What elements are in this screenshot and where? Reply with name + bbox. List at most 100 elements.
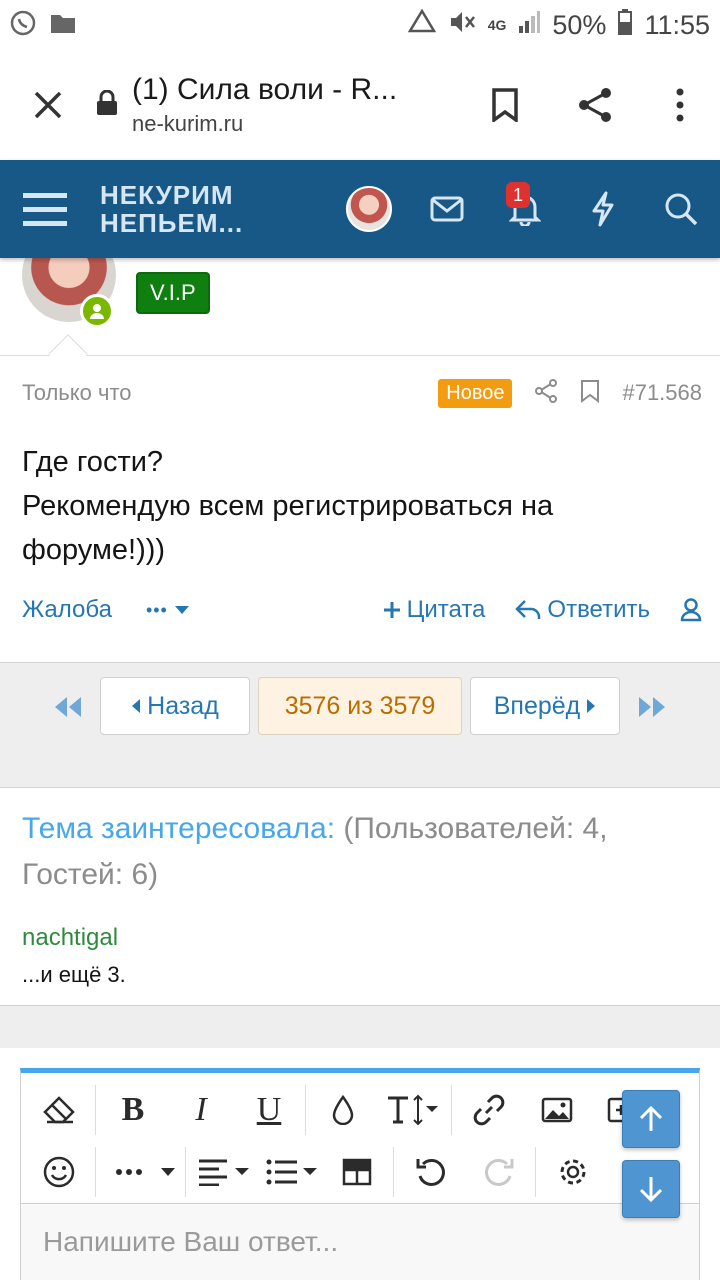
double-chevron-left-icon bbox=[55, 697, 81, 717]
insert-table-button[interactable] bbox=[329, 1139, 385, 1205]
search-button[interactable] bbox=[642, 160, 720, 258]
close-icon bbox=[34, 91, 62, 119]
share-post-icon[interactable] bbox=[534, 378, 558, 408]
post-time[interactable]: Только что bbox=[22, 380, 132, 406]
more-actions-button[interactable]: ••• bbox=[146, 600, 190, 621]
lightning-icon bbox=[592, 191, 614, 227]
ellipsis-icon bbox=[116, 1168, 175, 1176]
bookmark-post-icon[interactable] bbox=[580, 379, 600, 408]
nav-menu-button[interactable] bbox=[0, 160, 90, 258]
viewer-more-link[interactable]: ...и ещё 3. bbox=[22, 962, 126, 988]
next-page-button[interactable]: Вперёд bbox=[470, 677, 620, 735]
arrow-down-icon bbox=[639, 1177, 663, 1203]
italic-button[interactable]: I bbox=[173, 1077, 229, 1143]
share-button[interactable] bbox=[550, 50, 640, 160]
undo-icon bbox=[416, 1159, 445, 1186]
alerts-badge: 1 bbox=[506, 182, 530, 208]
envelope-icon bbox=[430, 196, 464, 222]
prev-page-button[interactable]: Назад bbox=[100, 677, 250, 735]
battery-percent: 50% bbox=[552, 9, 607, 40]
undo-button[interactable] bbox=[403, 1139, 459, 1205]
redo-button[interactable] bbox=[471, 1139, 527, 1205]
rich-text-editor: B I U Напишите Ваш ответ... bbox=[20, 1068, 700, 1280]
double-chevron-right-icon bbox=[639, 697, 665, 717]
text-size-icon bbox=[388, 1094, 438, 1126]
more-vert-icon bbox=[676, 88, 684, 122]
first-page-button[interactable] bbox=[48, 687, 88, 727]
site-header: НЕКУРИМ НЕПЬЕМ... 1 bbox=[0, 160, 720, 258]
hamburger-icon bbox=[23, 193, 67, 226]
clock: 11:55 bbox=[644, 9, 710, 40]
battery-icon bbox=[618, 8, 633, 42]
new-badge: Новое bbox=[438, 378, 513, 408]
menu-button[interactable] bbox=[640, 50, 720, 160]
caret-right-icon bbox=[587, 699, 596, 713]
caret-left-icon bbox=[132, 699, 141, 713]
site-logo[interactable]: НЕКУРИМ НЕПЬЕМ... bbox=[100, 181, 243, 237]
droplet-icon bbox=[332, 1095, 354, 1125]
viewer-user-link[interactable]: nachtigal bbox=[22, 924, 118, 952]
post-actions: Жалоба ••• Цитата Ответить bbox=[22, 596, 702, 624]
signal-icon bbox=[518, 10, 541, 41]
browser-toolbar: (1) Сила воли - R... ne-kurim.ru bbox=[0, 50, 720, 160]
page-navigation: Назад 3576 из 3579 Вперёд bbox=[0, 662, 720, 788]
insert-smilie-button[interactable] bbox=[31, 1139, 87, 1205]
page-title: (1) Сила воли - R... bbox=[132, 73, 398, 106]
search-icon bbox=[665, 193, 698, 226]
mute-icon bbox=[448, 9, 476, 42]
quote-button[interactable]: Цитата bbox=[383, 596, 485, 624]
eraser-icon bbox=[43, 1096, 75, 1124]
reply-button[interactable]: Ответить bbox=[515, 596, 650, 624]
url-bar[interactable]: (1) Сила воли - R... ne-kurim.ru bbox=[96, 73, 460, 137]
bookmark-icon bbox=[492, 88, 518, 122]
status-bar: 4G 50% 11:55 bbox=[0, 0, 720, 50]
page-jump-button[interactable]: 3576 из 3579 bbox=[258, 677, 462, 735]
list-icon bbox=[266, 1159, 317, 1185]
align-left-icon bbox=[199, 1159, 249, 1186]
link-icon bbox=[473, 1094, 505, 1126]
whats-new-button[interactable] bbox=[564, 160, 642, 258]
bold-button[interactable]: B bbox=[105, 1077, 161, 1143]
post-user-block: V.I.P bbox=[0, 228, 720, 374]
post-meta: Только что Новое #71.568 bbox=[22, 378, 702, 408]
reply-icon bbox=[515, 600, 541, 619]
viewers-title: Тема заинтересовала: (Пользователей: 4, … bbox=[22, 812, 608, 891]
account-button[interactable] bbox=[330, 160, 408, 258]
image-icon bbox=[541, 1097, 573, 1123]
list-button[interactable] bbox=[261, 1139, 323, 1205]
arrow-up-icon bbox=[639, 1105, 663, 1131]
avatar bbox=[346, 186, 392, 232]
scroll-up-button[interactable] bbox=[622, 1090, 680, 1148]
whatsapp-icon bbox=[10, 10, 36, 41]
reply-form: B I U Напишите Ваш ответ... bbox=[0, 1048, 720, 1280]
insert-link-button[interactable] bbox=[461, 1077, 517, 1143]
insert-image-button[interactable] bbox=[529, 1077, 585, 1143]
font-size-button[interactable] bbox=[383, 1077, 443, 1143]
align-button[interactable] bbox=[193, 1139, 255, 1205]
remove-format-button[interactable] bbox=[31, 1077, 87, 1143]
post-number[interactable]: #71.568 bbox=[622, 380, 702, 406]
scroll-down-button[interactable] bbox=[622, 1160, 680, 1218]
editor-toolbar-row-2 bbox=[21, 1139, 701, 1205]
text-color-button[interactable] bbox=[315, 1077, 371, 1143]
post: Только что Новое #71.568 Где гости? Реко… bbox=[0, 356, 720, 662]
close-tab-button[interactable] bbox=[0, 50, 96, 160]
editor-settings-button[interactable] bbox=[545, 1139, 601, 1205]
redo-icon bbox=[485, 1159, 514, 1186]
user-banner-vip: V.I.P bbox=[136, 272, 210, 314]
bookmark-button[interactable] bbox=[460, 50, 550, 160]
user-profile-icon[interactable] bbox=[680, 598, 702, 622]
lock-icon bbox=[96, 89, 118, 121]
network-type-label: 4G bbox=[487, 17, 507, 33]
conversations-button[interactable] bbox=[408, 160, 486, 258]
report-link[interactable]: Жалоба bbox=[22, 596, 112, 624]
underline-button[interactable]: U bbox=[241, 1077, 297, 1143]
online-status-icon bbox=[80, 294, 114, 328]
caret-down-icon bbox=[174, 606, 189, 614]
folder-icon bbox=[50, 12, 76, 39]
alerts-button[interactable]: 1 bbox=[486, 160, 564, 258]
last-page-button[interactable] bbox=[632, 687, 672, 727]
more-options-button[interactable] bbox=[111, 1139, 181, 1205]
reply-textarea[interactable]: Напишите Ваш ответ... bbox=[21, 1203, 699, 1280]
smile-icon bbox=[43, 1156, 75, 1188]
